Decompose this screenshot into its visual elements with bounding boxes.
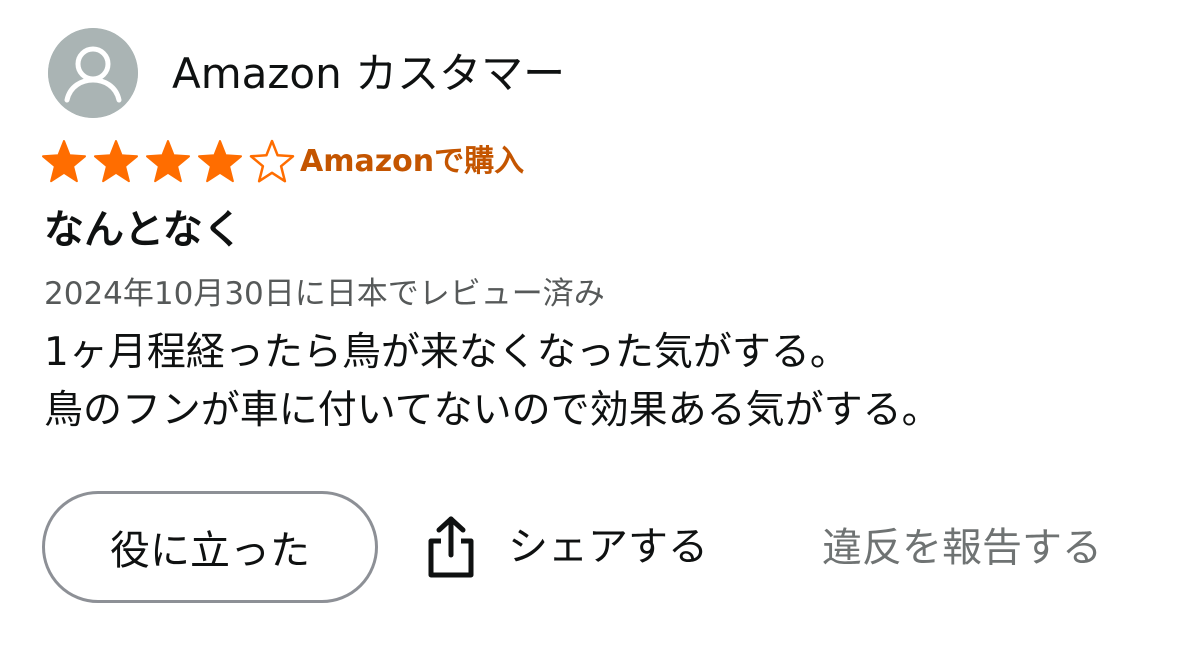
star-filled-icon [40, 138, 88, 186]
review-body-line: 1ヶ月程経ったら鳥が来なくなった気がする。 [44, 330, 849, 375]
share-button-label: シェアする [508, 524, 708, 570]
star-filled-icon [196, 138, 244, 186]
reviewer-name[interactable]: Amazon カスタマー [172, 46, 565, 102]
star-empty-icon [248, 138, 296, 186]
review-body: 1ヶ月程経ったら鳥が来なくなった気がする。 鳥のフンが車に付いてないので効果ある… [44, 324, 1144, 440]
helpful-button[interactable]: 役に立った [42, 491, 378, 603]
default-user-avatar-icon [48, 28, 138, 118]
star-filled-icon [92, 138, 140, 186]
avatar [48, 28, 138, 118]
review-body-line: 鳥のフンが車に付いてないので効果ある気がする。 [44, 388, 941, 433]
helpful-button-label: 役に立った [110, 528, 310, 574]
review-card: Amazon カスタマー Amazonで購入 なんとなく 2024年10月30日… [0, 0, 1179, 646]
verified-purchase-badge: Amazonで購入 [300, 144, 525, 179]
review-date: 2024年10月30日に日本でレビュー済み [44, 276, 605, 312]
review-title: なんとなく [44, 207, 243, 253]
star-rating [40, 138, 300, 186]
share-button[interactable]: シェアする [424, 512, 708, 582]
star-filled-icon [144, 138, 192, 186]
report-abuse-link[interactable]: 違反を報告する [822, 520, 1102, 576]
share-icon [424, 515, 478, 579]
